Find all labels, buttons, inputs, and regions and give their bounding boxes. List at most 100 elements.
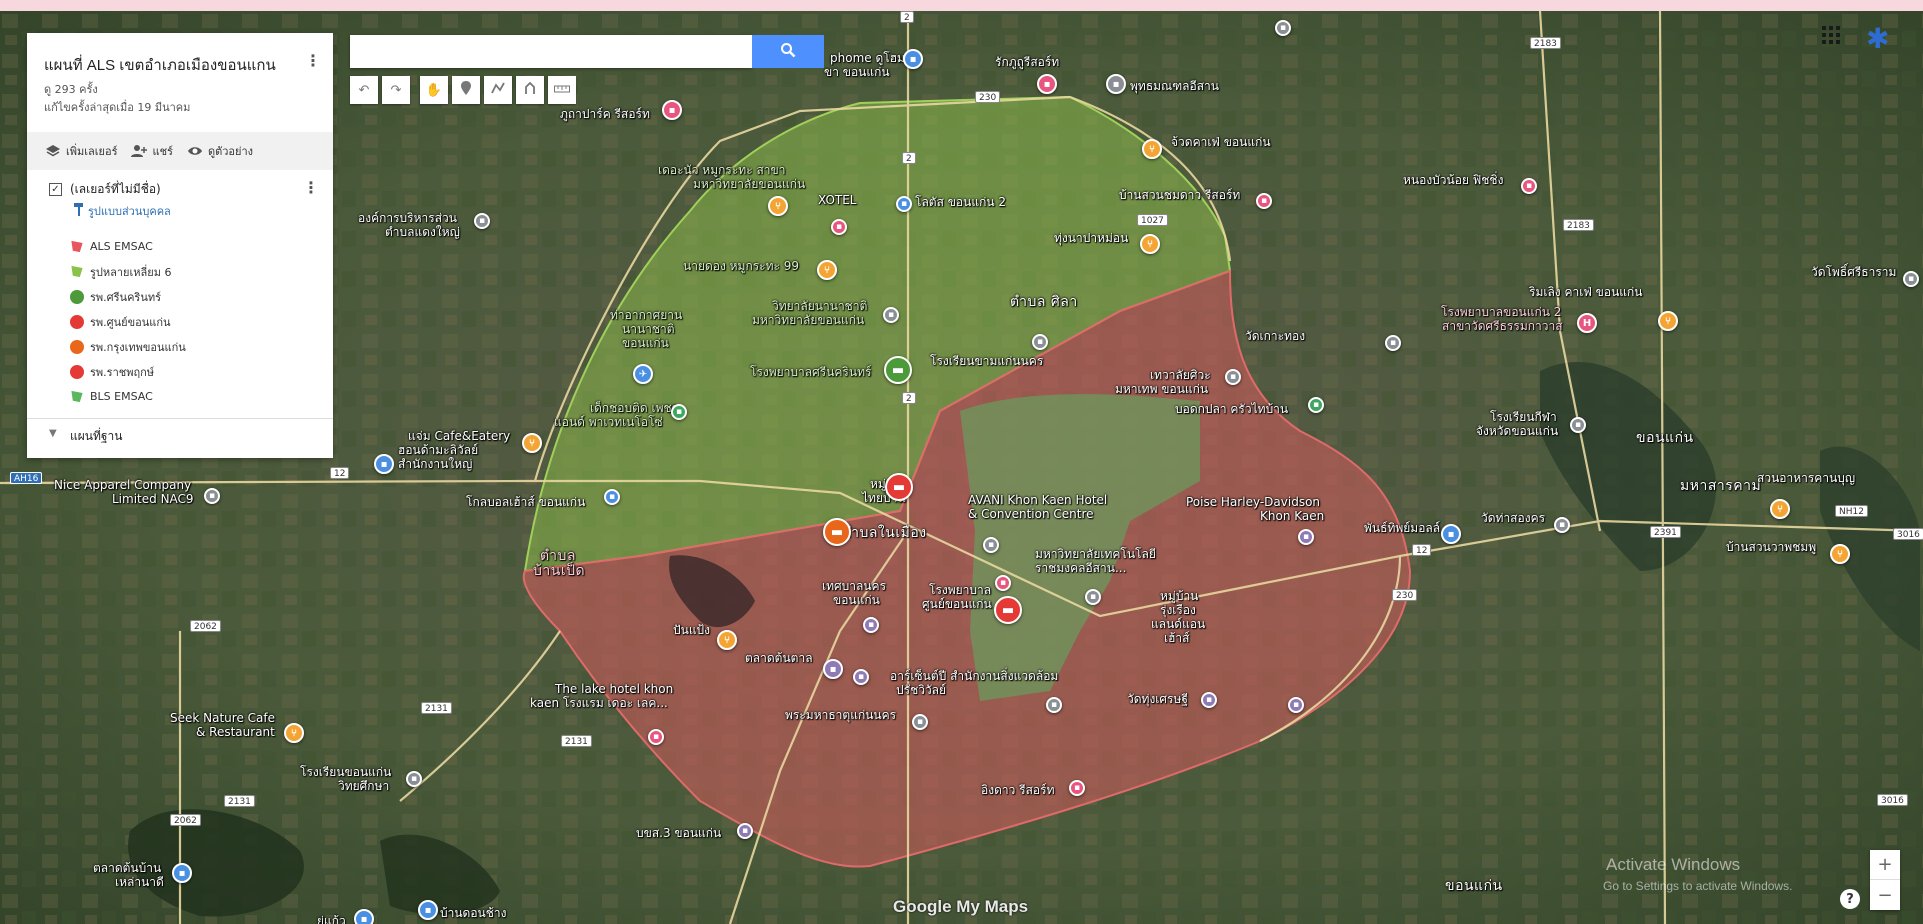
school-pin[interactable]: ▪	[883, 307, 899, 323]
shop-pin[interactable]: ▪	[853, 669, 869, 685]
bus-station-pin[interactable]: ▪	[737, 823, 753, 839]
preview-button[interactable]: ดูตัวอย่าง	[187, 142, 253, 160]
office-pin[interactable]: ▪	[474, 213, 490, 229]
undo-button[interactable]: ↶	[350, 76, 378, 104]
shop-pin[interactable]: ▪	[863, 617, 879, 633]
place-label: วิทยาลัยนานาชาติ	[772, 299, 868, 313]
hotel-pin[interactable]: ▪	[1256, 193, 1272, 209]
school-pin[interactable]: ▪	[1032, 334, 1048, 350]
shopping-pin[interactable]: ▪	[896, 196, 912, 212]
park-pin[interactable]: ▪	[671, 404, 687, 420]
zoom-out-button[interactable]: −	[1870, 880, 1900, 910]
layer-checkbox[interactable]: ✓	[49, 183, 62, 196]
restaurant-pin[interactable]: ⑂	[817, 260, 837, 280]
restaurant-pin[interactable]: ⑂	[1658, 311, 1678, 331]
individual-styles-label: รูปแบบส่วนบุคคล	[88, 205, 171, 218]
shopping-pin[interactable]: ▪	[374, 454, 394, 474]
temple-pin[interactable]: ▪	[912, 714, 928, 730]
hotel-pin[interactable]: ▪	[831, 219, 847, 235]
individual-styles-link[interactable]: รูปแบบส่วนบุคคล	[74, 202, 171, 220]
restaurant-pin[interactable]: ⑂	[1830, 544, 1850, 564]
ems-star-of-life-icon[interactable]: ✱	[1866, 22, 1889, 55]
shopping-pin[interactable]: ▪	[1441, 524, 1461, 544]
search-input[interactable]	[350, 35, 740, 68]
hotel-pin[interactable]: ▪	[995, 575, 1011, 591]
legend-item-als[interactable]: ALS EMSAC	[70, 234, 186, 259]
map-title[interactable]: แผนที่ ALS เขตอำเภอเมืองขอนแกน	[44, 53, 276, 77]
temple-pin[interactable]: ▪	[1225, 369, 1241, 385]
place-label: Seek Nature Cafe	[170, 711, 275, 725]
shopping-pin[interactable]: ▪	[354, 909, 374, 924]
hospital-khonkaen-pin[interactable]: ▬	[994, 596, 1022, 624]
legend-item-bangkok-hospital[interactable]: รพ.กรุงเทพขอนแก่น	[70, 334, 186, 359]
temple-pin[interactable]: ▪	[1385, 335, 1401, 351]
shopping-pin[interactable]: ▪	[604, 489, 620, 505]
legend-item-rajapruk[interactable]: รพ.ราชพฤกษ์	[70, 359, 186, 384]
place-label: โรงพยาบาลขอนแก่น 2	[1441, 305, 1562, 319]
map-options-icon[interactable]: ⋮	[305, 51, 321, 70]
legend-item-srinagarind[interactable]: รพ.ศรีนครินทร์	[70, 284, 186, 309]
resort-pin[interactable]: ▪	[1069, 780, 1085, 796]
school-pin[interactable]: ▪	[1570, 417, 1586, 433]
cafe-pin[interactable]: ⑂	[284, 723, 304, 743]
attraction-pin[interactable]: ▪	[1521, 178, 1537, 194]
temple-pin[interactable]: ▪	[1903, 271, 1919, 287]
hospital-srinagarind-pin[interactable]: ▬	[884, 356, 912, 384]
restaurant-pin[interactable]: ⑂	[768, 196, 788, 216]
zoom-in-button[interactable]: +	[1870, 850, 1900, 880]
legend-item-polygon6[interactable]: รูปหลายเหลี่ยม 6	[70, 259, 186, 284]
school-pin[interactable]: ▪	[1085, 589, 1101, 605]
paint-roller-icon	[74, 203, 84, 219]
directions-button[interactable]	[516, 76, 544, 104]
pan-tool-button[interactable]: ✋	[420, 76, 448, 104]
shopping-pin[interactable]: ▪	[903, 49, 923, 69]
resort-pin[interactable]: ▪	[1037, 74, 1057, 94]
cafe-pin[interactable]: ⑂	[522, 433, 542, 453]
shop-pin[interactable]: ▪	[823, 659, 843, 679]
shop-pin[interactable]: ▪	[1298, 529, 1314, 545]
school-pin[interactable]: ▪	[406, 771, 422, 787]
place-label: XOTEL	[818, 193, 857, 207]
airport-pin[interactable]: ✈	[633, 364, 653, 384]
zoom-control: + −	[1870, 850, 1900, 910]
hospital-rajapruk-pin[interactable]: ▬	[885, 473, 913, 501]
office-pin[interactable]: ▪	[1046, 697, 1062, 713]
hotel-pin[interactable]: ▪	[648, 729, 664, 745]
layer-title[interactable]: (เลเยอร์ที่ไม่มีชื่อ)	[70, 180, 161, 199]
temple-pin[interactable]: ▪	[1106, 74, 1126, 94]
layer-header[interactable]: ✓ (เลเยอร์ที่ไม่มีชื่อ)	[49, 180, 161, 199]
hotel-pin[interactable]: ▪	[983, 537, 999, 553]
layer-options-icon[interactable]: ⋮	[303, 178, 319, 197]
measure-button[interactable]	[548, 76, 576, 104]
share-label: แชร์	[152, 145, 173, 158]
market-pin[interactable]: ▪	[418, 900, 438, 920]
restaurant-pin[interactable]: ⑂	[1770, 499, 1790, 519]
temple-pin[interactable]: ▪	[1554, 517, 1570, 533]
add-marker-button[interactable]	[452, 76, 480, 104]
restaurant-pin[interactable]: ⑂	[1142, 139, 1162, 159]
legend-item-khonkaen-hospital[interactable]: รพ.ศูนย์ขอนแก่น	[70, 309, 186, 334]
shop-pin[interactable]: ▪	[1288, 697, 1304, 713]
chevron-down-icon[interactable]: ▼	[49, 428, 57, 439]
legend-item-bls[interactable]: BLS EMSAC	[70, 384, 186, 409]
resort-pin[interactable]: ▪	[662, 100, 682, 120]
shopping-pin[interactable]: ▪	[172, 863, 192, 883]
redo-button[interactable]: ↷	[382, 76, 410, 104]
base-map-section[interactable]: ▼ แผนที่ฐาน	[27, 418, 333, 458]
restaurant-pin[interactable]: ⑂	[717, 630, 737, 650]
restaurant-pin[interactable]: ⑂	[1140, 234, 1160, 254]
search-button[interactable]	[752, 35, 824, 68]
place-label: บ้านสวนชมดาว รีสอร์ท	[1119, 188, 1241, 202]
hospital-pin[interactable]: H	[1577, 313, 1597, 333]
temple-pin[interactable]: ▪	[1201, 692, 1217, 708]
place-label: รักภูถูรีสอร์ท	[995, 55, 1060, 69]
restaurant-pin[interactable]: ▪	[1308, 397, 1324, 413]
help-button[interactable]: ?	[1840, 889, 1860, 909]
share-button[interactable]: แชร์	[131, 142, 173, 160]
add-layer-button[interactable]: เพิ่มเลเยอร์	[45, 142, 117, 160]
draw-line-button[interactable]	[484, 76, 512, 104]
hospital-bangkok-pin[interactable]: ▬	[823, 518, 851, 546]
apps-grid-icon[interactable]	[1822, 26, 1840, 44]
place-pin[interactable]: ▪	[1275, 20, 1291, 36]
company-pin[interactable]: ▪	[204, 488, 220, 504]
